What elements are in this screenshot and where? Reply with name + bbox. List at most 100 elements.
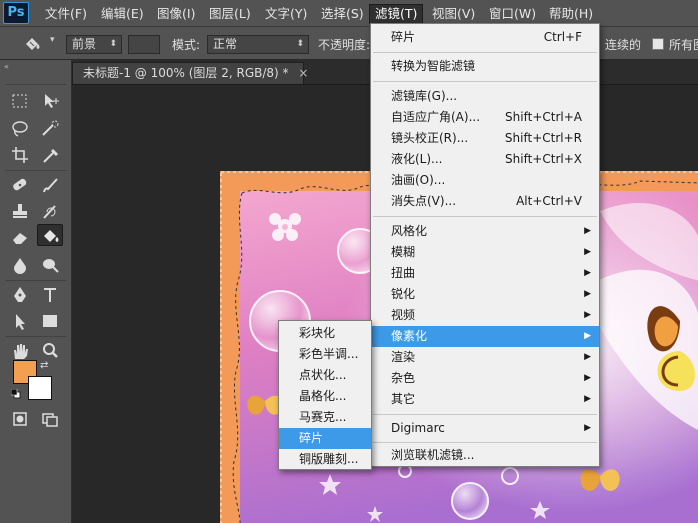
submenu-arrow-icon: ▶ <box>584 226 591 236</box>
submenu-arrow-icon: ▶ <box>584 247 591 257</box>
hand-tool-icon[interactable] <box>7 340 33 362</box>
menu-type[interactable]: 文字(Y) <box>260 4 312 24</box>
menu-item-label: 镜头校正(R)... <box>391 131 469 145</box>
menu-item-label: 彩色半调... <box>299 347 359 361</box>
rectangle-tool-icon[interactable] <box>37 310 63 332</box>
chevron-updown-icon: ⬍ <box>296 39 304 49</box>
default-colors-icon[interactable] <box>10 388 21 399</box>
submenu-arrow-icon: ▶ <box>584 394 591 404</box>
menu-item-adaptive-wide-angle[interactable]: 自适应广角(A)... Shift+Ctrl+A <box>371 107 599 128</box>
quick-mask-icon[interactable] <box>7 408 33 430</box>
menu-item-label: 彩块化 <box>299 326 336 340</box>
menu-item-render[interactable]: 渲染 ▶ <box>371 347 599 368</box>
eraser-tool-icon[interactable] <box>7 226 33 248</box>
menu-item-shortcut: Alt+Ctrl+V <box>516 194 582 208</box>
pen-tool-icon[interactable] <box>7 284 33 306</box>
clone-stamp-tool-icon[interactable] <box>7 200 33 222</box>
menu-item-stylize[interactable]: 风格化 ▶ <box>371 221 599 242</box>
menu-item-browse-online[interactable]: 浏览联机滤镜... <box>371 445 599 466</box>
paint-bucket-icon[interactable] <box>20 33 44 55</box>
submenu-item-mosaic[interactable]: 马赛克... <box>279 407 371 428</box>
menu-item-distort[interactable]: 扭曲 ▶ <box>371 263 599 284</box>
menu-layer[interactable]: 图层(L) <box>204 4 256 24</box>
menu-item-lens-correction[interactable]: 镜头校正(R)... Shift+Ctrl+R <box>371 128 599 149</box>
all-layers-checkbox[interactable] <box>652 38 664 50</box>
menu-item-other[interactable]: 其它 ▶ <box>371 389 599 410</box>
all-layers-label: 所有图 <box>669 38 698 52</box>
history-brush-tool-icon[interactable] <box>37 200 63 222</box>
menu-item-liquify[interactable]: 液化(L)... Shift+Ctrl+X <box>371 149 599 170</box>
menu-help[interactable]: 帮助(H) <box>544 4 598 24</box>
pattern-picker[interactable] <box>128 35 160 54</box>
menu-item-sharpen[interactable]: 锐化 ▶ <box>371 284 599 305</box>
menu-item-pixelate[interactable]: 像素化 ▶ <box>371 326 599 347</box>
crop-tool-icon[interactable] <box>7 144 33 166</box>
submenu-item-fragment[interactable]: 碎片 <box>279 428 371 449</box>
mode-select[interactable]: 正常 ⬍ <box>207 35 309 54</box>
brush-tool-icon[interactable] <box>37 174 63 196</box>
background-color-swatch[interactable] <box>28 376 52 400</box>
path-selection-tool-icon[interactable] <box>7 310 33 332</box>
menu-view[interactable]: 视图(V) <box>427 4 480 24</box>
menu-item-label: 像素化 <box>391 329 428 343</box>
menu-item-noise[interactable]: 杂色 ▶ <box>371 368 599 389</box>
opacity-label: 不透明度: <box>318 38 371 52</box>
lasso-tool-icon[interactable] <box>7 118 33 140</box>
menu-item-oil-paint[interactable]: 油画(O)... <box>371 170 599 191</box>
submenu-item-color-halftone-block[interactable]: 彩块化 <box>279 323 371 344</box>
menu-item-label: 转换为智能滤镜 <box>391 59 476 73</box>
tool-preset-chevron-icon[interactable]: ▾ <box>50 35 55 45</box>
menu-item-label: 油画(O)... <box>391 173 446 187</box>
submenu-arrow-icon: ▶ <box>584 289 591 299</box>
fill-source-select[interactable]: 前景 ⬍ <box>66 35 122 54</box>
contiguous-label: 连续的 <box>605 38 642 52</box>
mode-label: 模式: <box>172 38 201 52</box>
spot-healing-tool-icon[interactable] <box>7 174 33 196</box>
blur-tool-icon[interactable] <box>7 254 33 276</box>
menu-item-blur[interactable]: 模糊 ▶ <box>371 242 599 263</box>
menu-item-label: 锐化 <box>391 287 416 301</box>
quick-selection-tool-icon[interactable] <box>37 118 63 140</box>
swap-colors-icon[interactable]: ⇄ <box>40 360 48 371</box>
screen-mode-icon[interactable] <box>37 408 63 430</box>
close-icon[interactable]: × <box>298 66 308 80</box>
menu-separator <box>373 442 597 443</box>
menu-select[interactable]: 选择(S) <box>316 4 369 24</box>
menu-window[interactable]: 窗口(W) <box>484 4 541 24</box>
submenu-arrow-icon: ▶ <box>584 373 591 383</box>
menu-item-label: 模糊 <box>391 245 416 259</box>
menu-item-shortcut: Shift+Ctrl+X <box>505 152 582 166</box>
submenu-item-crystallize[interactable]: 晶格化... <box>279 386 371 407</box>
zoom-tool-icon[interactable] <box>37 340 63 362</box>
chevron-updown-icon: ⬍ <box>109 39 117 49</box>
submenu-item-color-halftone[interactable]: 彩色半调... <box>279 344 371 365</box>
submenu-arrow-icon: ▶ <box>584 423 591 433</box>
menu-item-video[interactable]: 视频 ▶ <box>371 305 599 326</box>
menu-item-label: 点状化... <box>299 368 347 382</box>
marquee-tool-icon[interactable] <box>7 90 33 112</box>
eyedropper-tool-icon[interactable] <box>37 144 63 166</box>
collapse-icon[interactable]: « <box>4 62 9 71</box>
move-tool-icon[interactable] <box>37 90 63 112</box>
menu-item-label: 杂色 <box>391 371 416 385</box>
menu-item-filter-gallery[interactable]: 滤镜库(G)... <box>371 86 599 107</box>
submenu-item-mezzotint[interactable]: 铜版雕刻... <box>279 449 371 470</box>
menu-item-vanishing-point[interactable]: 消失点(V)... Alt+Ctrl+V <box>371 191 599 212</box>
dodge-tool-icon[interactable] <box>37 254 63 276</box>
menu-item-label: 其它 <box>391 392 416 406</box>
paint-bucket-tool-icon[interactable] <box>37 224 63 246</box>
submenu-item-pointillize[interactable]: 点状化... <box>279 365 371 386</box>
menu-edit[interactable]: 编辑(E) <box>96 4 149 24</box>
menu-item-digimarc[interactable]: Digimarc ▶ <box>371 418 599 439</box>
menu-filter[interactable]: 滤镜(T) <box>369 4 424 24</box>
menu-file[interactable]: 文件(F) <box>40 4 92 24</box>
type-tool-icon[interactable] <box>37 284 63 306</box>
menu-item-last-filter[interactable]: 碎片 Ctrl+F <box>371 27 599 48</box>
menu-item-shortcut: Shift+Ctrl+A <box>505 110 582 124</box>
menu-image[interactable]: 图像(I) <box>152 4 200 24</box>
menu-separator <box>373 216 597 217</box>
menu-separator <box>373 81 597 82</box>
document-tab[interactable]: 未标题-1 @ 100% (图层 2, RGB/8) * × <box>72 62 308 84</box>
filter-menu: 碎片 Ctrl+F 转换为智能滤镜 滤镜库(G)... 自适应广角(A)... … <box>370 23 600 467</box>
menu-item-smart-filter[interactable]: 转换为智能滤镜 <box>371 56 599 77</box>
